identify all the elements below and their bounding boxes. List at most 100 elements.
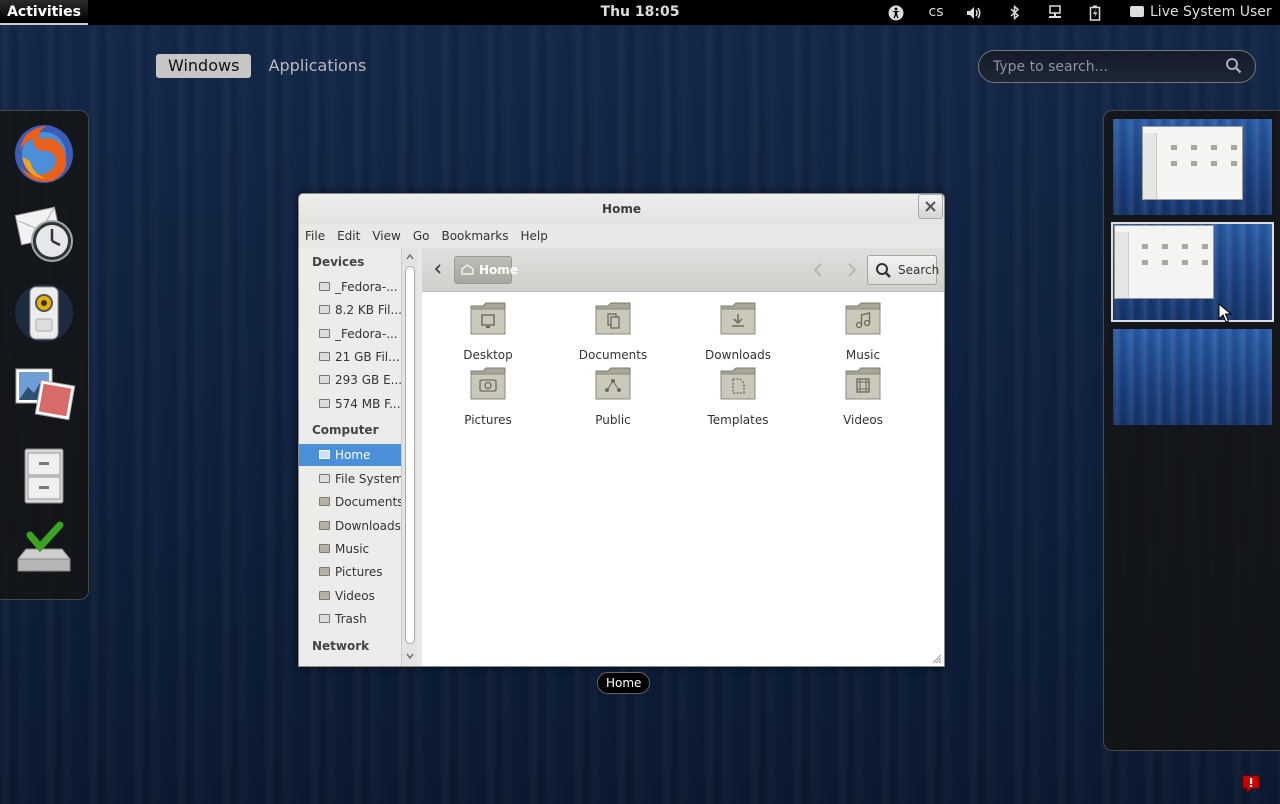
sidebar-header-computer: Computer: [312, 423, 379, 437]
file-name: Downloads: [705, 348, 771, 362]
sidebar-item-device[interactable]: 293 GB E...: [299, 369, 401, 391]
files-window[interactable]: Home File Edit View Go Bookmarks Help Devices…: [298, 193, 945, 667]
templates-folder-icon: [720, 367, 756, 400]
videos-folder-icon: [845, 367, 881, 400]
scrollbar-thumb[interactable]: [405, 266, 415, 644]
folder-icon: [319, 544, 330, 553]
shotwell-icon[interactable]: [12, 361, 76, 425]
menu-edit[interactable]: Edit: [331, 224, 366, 248]
search-icon: [876, 263, 891, 278]
menu-bar: File Edit View Go Bookmarks Help: [299, 224, 944, 248]
file-item-downloads[interactable]: Downloads: [688, 300, 788, 362]
volume-icon[interactable]: [964, 0, 986, 25]
file-name: Pictures: [464, 413, 512, 427]
resize-grip-icon[interactable]: [932, 654, 942, 664]
home-icon: [461, 264, 474, 275]
install-to-hard-drive-icon[interactable]: [12, 521, 76, 585]
back-arrow-icon[interactable]: [811, 262, 827, 278]
scroll-up-icon[interactable]: [405, 252, 415, 262]
pictures-folder-icon: [470, 367, 506, 400]
files-icon[interactable]: [12, 443, 76, 507]
drive-icon: [319, 474, 330, 483]
folder-icon: [319, 591, 330, 600]
sidebar-item-file-system[interactable]: File System: [299, 468, 401, 490]
file-item-pictures[interactable]: Pictures: [438, 365, 538, 427]
search-button-label: Search: [898, 263, 940, 277]
workspace-thumbnail-3[interactable]: [1113, 329, 1272, 425]
menu-go[interactable]: Go: [407, 224, 436, 248]
file-name: Desktop: [463, 348, 513, 362]
activities-button[interactable]: Activities: [0, 0, 88, 25]
sidebar-item-documents[interactable]: Documents: [299, 491, 401, 513]
drive-icon: [319, 305, 330, 314]
sidebar-item-device[interactable]: 21 GB Fil...: [299, 346, 401, 368]
window-titlebar[interactable]: Home: [299, 194, 944, 224]
sidebar-item-device[interactable]: _Fedora-...: [299, 276, 401, 298]
search-input[interactable]: [993, 51, 1213, 82]
menu-view[interactable]: View: [366, 224, 406, 248]
path-left-arrow-icon[interactable]: [432, 262, 444, 276]
file-item-public[interactable]: Public: [563, 365, 663, 427]
file-name: Templates: [707, 413, 769, 427]
overview-search[interactable]: [978, 50, 1256, 83]
file-item-music[interactable]: Music: [813, 300, 913, 362]
public-folder-icon: [595, 367, 631, 400]
path-bar-home-button[interactable]: Home: [454, 256, 518, 284]
menu-help[interactable]: Help: [515, 224, 554, 248]
close-button[interactable]: [918, 194, 943, 219]
forward-arrow-icon[interactable]: [843, 262, 859, 278]
battery-icon[interactable]: [1086, 0, 1104, 25]
sidebar-item-device[interactable]: 574 MB F...: [299, 393, 401, 415]
sidebar-item-device[interactable]: 8.2 KB Fil...: [299, 299, 401, 321]
sidebar-item-device[interactable]: _Fedora-...: [299, 323, 401, 345]
user-name: Live System User: [1150, 4, 1272, 20]
file-item-desktop[interactable]: Desktop: [438, 300, 538, 362]
sidebar-item-home[interactable]: Home: [299, 444, 401, 466]
sidebar-header-devices: Devices: [312, 255, 365, 269]
file-view[interactable]: Desktop Documents Downloads Music Pictur…: [422, 292, 944, 666]
home-folder-icon: [319, 450, 330, 459]
workspace-thumbnail-1[interactable]: [1113, 119, 1272, 215]
notification-badge-icon[interactable]: [1240, 772, 1262, 794]
sidebar-item-pictures[interactable]: Pictures: [299, 561, 401, 583]
clock[interactable]: Thu 18:05: [580, 0, 700, 25]
top-bar: Activities Thu 18:05 cs Live System User: [0, 0, 1280, 25]
file-name: Videos: [843, 413, 883, 427]
file-item-documents[interactable]: Documents: [563, 300, 663, 362]
scroll-down-icon[interactable]: [405, 651, 415, 661]
file-name: Music: [845, 348, 881, 362]
downloads-folder-icon: [720, 302, 756, 335]
sidebar-item-videos[interactable]: Videos: [299, 585, 401, 607]
menu-bookmarks[interactable]: Bookmarks: [435, 224, 514, 248]
sidebar-item-trash[interactable]: Trash: [299, 608, 401, 630]
tab-applications[interactable]: Applications: [257, 54, 379, 78]
chat-status-icon: [1130, 6, 1144, 17]
search-icon: [1226, 58, 1242, 74]
bluetooth-icon[interactable]: [1006, 0, 1024, 25]
workspace-thumbnail-2[interactable]: [1111, 222, 1274, 322]
accessibility-icon[interactable]: [886, 0, 906, 25]
places-sidebar: Devices _Fedora-... 8.2 KB Fil... _Fedor…: [299, 248, 401, 666]
sidebar-scrollbar[interactable]: [401, 248, 417, 666]
user-menu[interactable]: Live System User: [1130, 0, 1272, 25]
sidebar-item-music[interactable]: Music: [299, 538, 401, 560]
dash: [0, 110, 89, 600]
rhythmbox-icon[interactable]: [12, 281, 76, 345]
file-name: Public: [595, 413, 631, 427]
menu-file[interactable]: File: [299, 224, 331, 248]
sidebar-header-network: Network: [312, 639, 370, 653]
keyboard-layout-indicator[interactable]: cs: [924, 0, 948, 25]
file-item-videos[interactable]: Videos: [813, 365, 913, 427]
search-button[interactable]: Search: [867, 255, 940, 285]
file-item-templates[interactable]: Templates: [688, 365, 788, 427]
tab-windows[interactable]: Windows: [156, 54, 252, 78]
evolution-mail-icon[interactable]: [12, 201, 76, 265]
path-bar-home-label: Home: [479, 263, 518, 277]
network-icon[interactable]: [1046, 0, 1064, 25]
firefox-icon[interactable]: [12, 121, 76, 185]
drive-icon: [319, 282, 330, 291]
sidebar-item-downloads[interactable]: Downloads: [299, 515, 401, 537]
overview-tabs: Windows Applications: [156, 54, 379, 78]
file-name: Documents: [578, 348, 648, 362]
toolbar: Home Search: [422, 248, 944, 292]
